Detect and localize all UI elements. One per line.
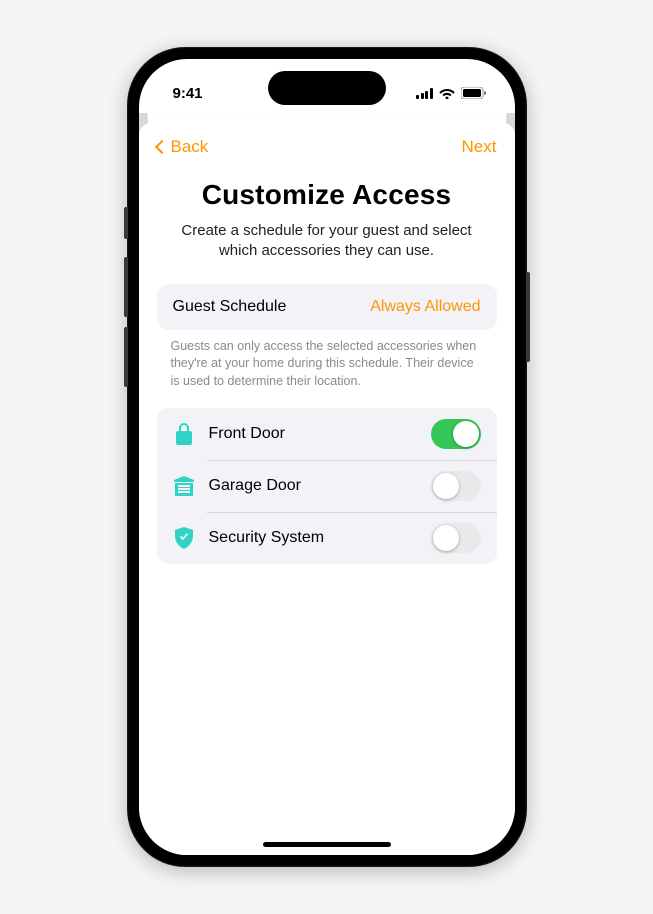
status-time: 9:41	[173, 85, 203, 102]
accessory-toggle-security-system[interactable]	[431, 523, 481, 553]
page-title: Customize Access	[157, 179, 497, 211]
accessory-toggle-garage-door[interactable]	[431, 471, 481, 501]
guest-schedule-label: Guest Schedule	[173, 298, 287, 316]
home-indicator[interactable]	[263, 842, 391, 847]
guest-schedule-value: Always Allowed	[370, 298, 480, 316]
dynamic-island	[268, 71, 386, 105]
back-button[interactable]: Back	[157, 137, 209, 157]
next-button-label: Next	[462, 137, 497, 157]
phone-power-button	[526, 272, 530, 362]
battery-icon	[461, 87, 487, 99]
phone-volume-up-button	[124, 257, 128, 317]
accessory-label: Security System	[209, 529, 417, 547]
phone-volume-down-button	[124, 327, 128, 387]
cell-signal-icon	[416, 88, 433, 99]
page-subtitle: Create a schedule for your guest and sel…	[157, 221, 497, 262]
nav-bar: Back Next	[157, 137, 497, 157]
shield-check-icon	[173, 527, 195, 549]
schedule-cell-group: Guest Schedule Always Allowed	[157, 284, 497, 330]
accessory-label: Front Door	[209, 425, 417, 443]
accessory-list: Front Door Garage Door	[157, 408, 497, 564]
accessory-label: Garage Door	[209, 477, 417, 495]
accessory-row-front-door: Front Door	[157, 408, 497, 460]
accessory-row-security-system: Security System	[157, 512, 497, 564]
phone-frame: 9:41 Back	[127, 47, 527, 867]
schedule-footnote: Guests can only access the selected acce…	[157, 330, 497, 409]
screen: 9:41 Back	[139, 59, 515, 855]
guest-schedule-row[interactable]: Guest Schedule Always Allowed	[157, 284, 497, 330]
accessory-toggle-front-door[interactable]	[431, 419, 481, 449]
next-button[interactable]: Next	[462, 137, 497, 157]
chevron-left-icon	[154, 140, 168, 154]
sheet: Back Next Customize Access Create a sche…	[139, 123, 515, 855]
accessory-row-garage-door: Garage Door	[157, 460, 497, 512]
garage-icon	[173, 475, 195, 497]
phone-side-button	[124, 207, 128, 239]
wifi-icon	[439, 87, 455, 99]
status-right-icons	[416, 87, 487, 99]
back-button-label: Back	[171, 137, 209, 157]
sheet-stack: Back Next Customize Access Create a sche…	[139, 113, 515, 855]
lock-icon	[173, 423, 195, 445]
